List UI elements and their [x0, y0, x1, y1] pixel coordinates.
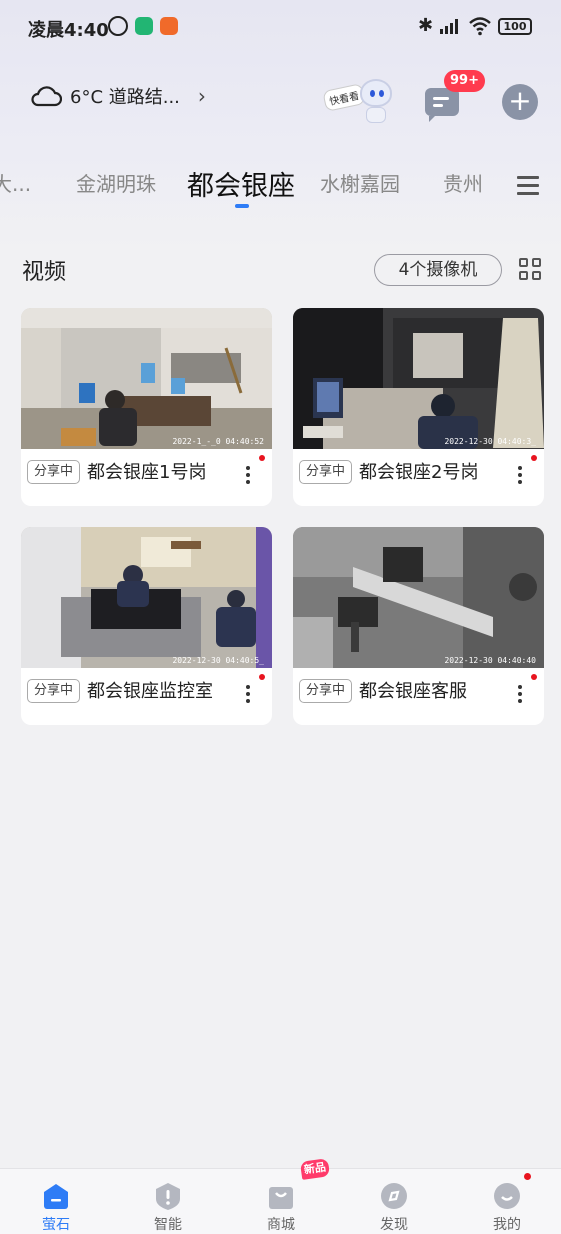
wifi-icon	[469, 17, 491, 36]
profile-icon	[494, 1183, 520, 1209]
camera-thumbnail[interactable]: 2022-1_-_0 04:40:52	[21, 308, 272, 449]
camera-timestamp: 2022-1_-_0 04:40:52	[172, 437, 264, 446]
message-bubble-icon	[425, 88, 459, 122]
nav-smart[interactable]: 智能	[112, 1169, 224, 1234]
weather-widget[interactable]: 6°C 道路结... ›	[30, 80, 206, 112]
camera-card[interactable]: 2022-1_-_0 04:40:52 分享中 都会银座1号岗	[21, 308, 272, 506]
more-options-icon[interactable]	[245, 683, 251, 705]
nav-label: 发现	[380, 1217, 408, 1233]
camera-thumbnail[interactable]: 2022-12-30 04:40:3_	[293, 308, 544, 449]
camera-name: 都会银座客服	[359, 681, 467, 702]
nav-label: 商城	[267, 1217, 295, 1233]
bottom-nav: 萤石 智能 商城 发现 我的	[0, 1168, 561, 1234]
sharing-badge: 分享中	[27, 460, 81, 484]
robot-body-icon	[366, 107, 386, 123]
sharing-badge: 分享中	[299, 460, 353, 484]
camera-name: 都会银座2号岗	[359, 462, 479, 483]
tab-location[interactable]: 金湖明珠	[76, 168, 156, 197]
add-device-button[interactable]: +	[502, 84, 538, 120]
battery-icon: 100	[498, 18, 532, 35]
mascot-tag: 快看看	[322, 83, 366, 112]
nav-label: 我的	[493, 1217, 521, 1233]
section-title: 视频	[22, 260, 67, 285]
camera-name: 都会银座监控室	[87, 681, 213, 702]
menu-icon[interactable]	[517, 176, 539, 195]
home-icon	[44, 1184, 68, 1209]
camera-feed-image	[21, 308, 272, 449]
status-bar: 凌晨4:40 ✱ 100	[0, 0, 561, 56]
camera-count-button[interactable]: 4个摄像机	[374, 254, 502, 286]
nav-home[interactable]: 萤石	[0, 1169, 112, 1234]
location-tabs: 大... 金湖明珠 都会银座 水榭嘉园 贵州	[0, 160, 510, 206]
alert-dot	[259, 674, 265, 680]
more-options-icon[interactable]	[517, 683, 523, 705]
mascot-quicklook-button[interactable]: 快看看	[322, 73, 396, 125]
nav-label: 萤石	[42, 1217, 70, 1233]
more-options-icon[interactable]	[245, 464, 251, 486]
camera-timestamp: 2022-12-30 04:40:40	[444, 656, 536, 665]
nav-me[interactable]: 我的	[451, 1169, 561, 1234]
cloud-icon	[31, 86, 62, 107]
shopping-bag-icon	[269, 1187, 293, 1209]
tab-indicator	[235, 204, 249, 208]
alert-dot	[531, 455, 537, 461]
shield-app-icon	[135, 17, 153, 35]
message-line	[433, 97, 449, 100]
sharing-badge: 分享中	[299, 679, 353, 703]
message-line	[433, 104, 443, 107]
signal-icon	[440, 18, 462, 34]
tab-location[interactable]: 贵州	[443, 168, 483, 197]
robot-head-icon	[360, 79, 392, 107]
chevron-right-icon: ›	[197, 84, 206, 108]
alert-dot	[531, 674, 537, 680]
compass-icon	[381, 1183, 407, 1209]
grid-view-icon[interactable]	[519, 258, 543, 282]
sharing-badge: 分享中	[27, 679, 81, 703]
camera-card[interactable]: 2022-12-30 04:40:40 分享中 都会银座客服	[293, 527, 544, 725]
camera-feed-image	[293, 308, 544, 449]
alarm-icon	[108, 16, 128, 36]
status-time: 凌晨4:40	[28, 20, 109, 41]
shield-icon	[156, 1183, 180, 1210]
message-count-badge: 99+	[444, 70, 485, 92]
bluetooth-icon: ✱	[418, 15, 434, 36]
tab-location[interactable]: 水榭嘉园	[320, 168, 400, 197]
camera-card[interactable]: 2022-12-30 04:40:5_ 分享中 都会银座监控室	[21, 527, 272, 725]
nav-discover[interactable]: 发现	[338, 1169, 450, 1234]
camera-card[interactable]: 2022-12-30 04:40:3_ 分享中 都会银座2号岗	[293, 308, 544, 506]
nav-mall[interactable]: 商城	[225, 1169, 337, 1234]
notification-dot	[524, 1173, 531, 1180]
tab-location-active[interactable]: 都会银座	[187, 164, 295, 203]
camera-timestamp: 2022-12-30 04:40:5_	[172, 656, 264, 665]
nav-label: 智能	[154, 1217, 182, 1233]
camera-feed-image	[21, 527, 272, 668]
camera-thumbnail[interactable]: 2022-12-30 04:40:40	[293, 527, 544, 668]
camera-name: 都会银座1号岗	[87, 462, 207, 483]
tab-location[interactable]: 大...	[0, 168, 31, 197]
more-options-icon[interactable]	[517, 464, 523, 486]
camera-timestamp: 2022-12-30 04:40:3_	[444, 437, 536, 446]
camera-thumbnail[interactable]: 2022-12-30 04:40:5_	[21, 527, 272, 668]
alert-dot	[259, 455, 265, 461]
notification-app-icon	[160, 17, 178, 35]
weather-text: 6°C 道路结...	[70, 87, 180, 108]
camera-feed-image	[293, 527, 544, 668]
